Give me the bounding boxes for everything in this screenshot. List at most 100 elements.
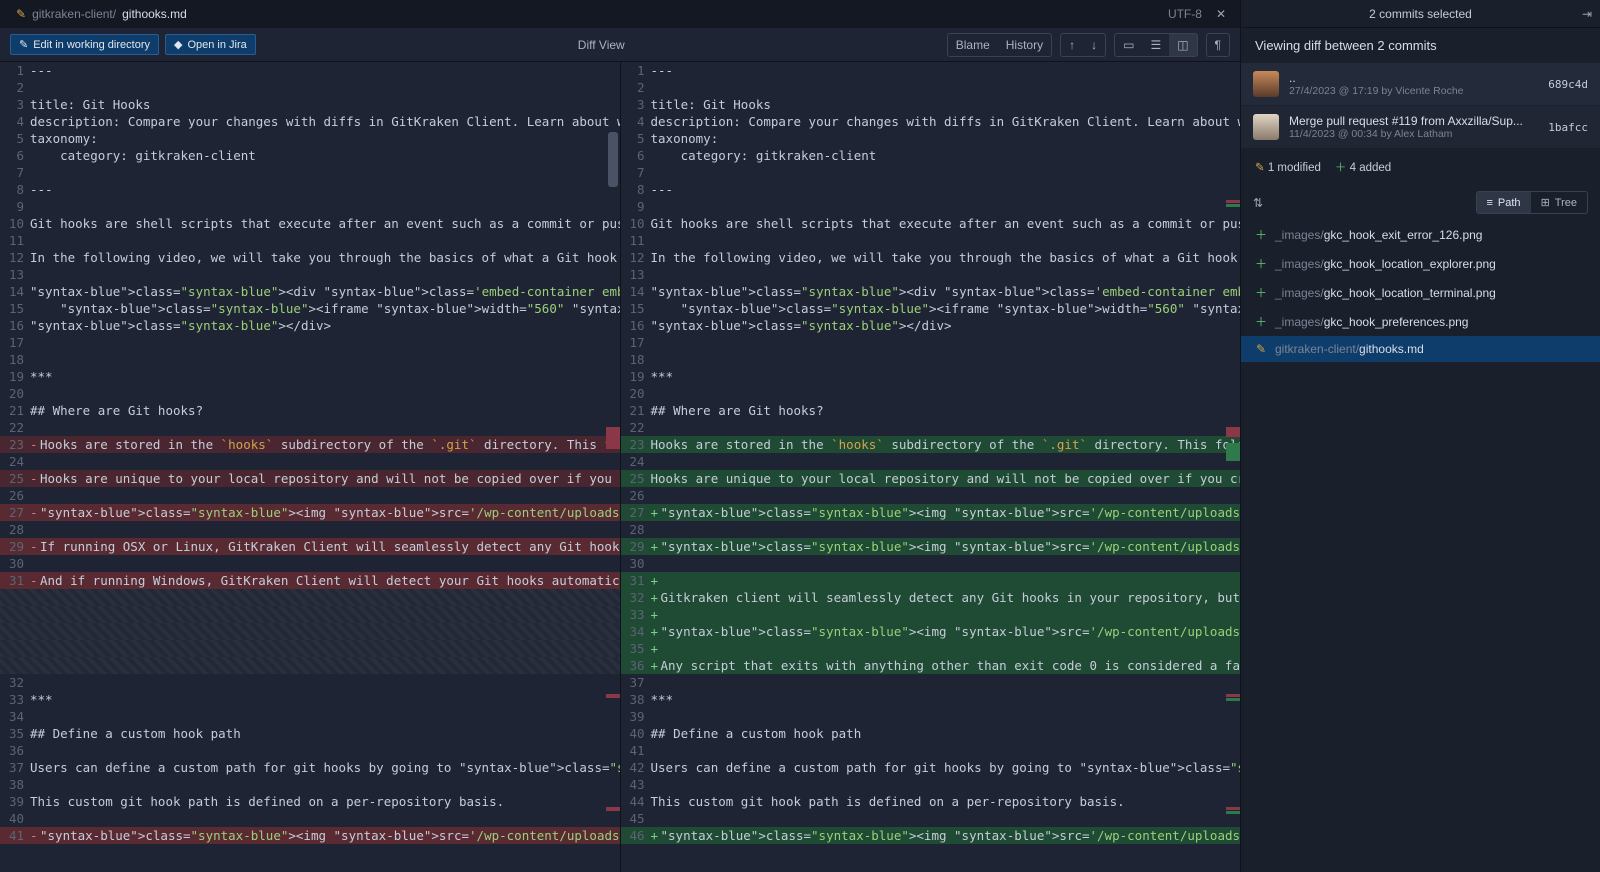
code-line[interactable]: 15 "syntax-blue">class="syntax-blue"><if… xyxy=(621,300,1241,317)
history-button[interactable]: History xyxy=(998,34,1051,56)
prev-diff-button[interactable]: ↑ xyxy=(1061,34,1083,56)
code-line[interactable]: 20 xyxy=(0,385,620,402)
code-line[interactable] xyxy=(0,623,620,640)
blame-button[interactable]: Blame xyxy=(948,34,998,56)
code-line[interactable]: 8--- xyxy=(0,181,620,198)
scrollbar-thumb[interactable] xyxy=(608,132,618,187)
code-line[interactable]: 19*** xyxy=(621,368,1241,385)
commit-item[interactable]: .. 27/4/2023 @ 17:19 by Vicente Roche 68… xyxy=(1241,63,1600,106)
code-line[interactable]: 25-Hooks are unique to your local reposi… xyxy=(0,470,620,487)
code-line[interactable]: 21## Where are Git hooks? xyxy=(0,402,620,419)
code-line[interactable]: 16"syntax-blue">class="syntax-blue"></di… xyxy=(0,317,620,334)
code-line[interactable]: 6 category: gitkraken-client xyxy=(621,147,1241,164)
code-line[interactable]: 29+"syntax-blue">class="syntax-blue"><im… xyxy=(621,538,1241,555)
code-line[interactable]: 44This custom git hook path is defined o… xyxy=(621,793,1241,810)
code-line[interactable]: 32+Gitkraken client will seamlessly dete… xyxy=(621,589,1241,606)
code-line[interactable]: 39This custom git hook path is defined o… xyxy=(0,793,620,810)
left-pane[interactable]: 1---23title: Git Hooks4description: Comp… xyxy=(0,62,620,872)
code-line[interactable]: 5taxonomy: xyxy=(621,130,1241,147)
code-line[interactable]: 10Git hooks are shell scripts that execu… xyxy=(621,215,1241,232)
code-line[interactable]: 29-If running OSX or Linux, GitKraken Cl… xyxy=(0,538,620,555)
code-line[interactable]: 40## Define a custom hook path xyxy=(621,725,1241,742)
code-line[interactable]: 30 xyxy=(0,555,620,572)
code-line[interactable]: 9 xyxy=(621,198,1241,215)
code-line[interactable]: 1--- xyxy=(621,62,1241,79)
code-line[interactable]: 41 xyxy=(621,742,1241,759)
code-line[interactable]: 38 xyxy=(0,776,620,793)
code-line[interactable]: 39 xyxy=(621,708,1241,725)
code-line[interactable] xyxy=(0,589,620,606)
code-line[interactable]: 17 xyxy=(0,334,620,351)
code-line[interactable]: 21## Where are Git hooks? xyxy=(621,402,1241,419)
code-line[interactable]: 13 xyxy=(621,266,1241,283)
code-line[interactable]: 37 xyxy=(621,674,1241,691)
code-line[interactable]: 24 xyxy=(621,453,1241,470)
code-line[interactable]: 11 xyxy=(0,232,620,249)
file-item[interactable]: ＋_images/gkc_hook_location_explorer.png xyxy=(1241,249,1600,278)
code-line[interactable]: 38*** xyxy=(621,691,1241,708)
file-item[interactable]: ✎gitkraken-client/githooks.md xyxy=(1241,336,1600,362)
code-line[interactable]: 31-And if running Windows, GitKraken Cli… xyxy=(0,572,620,589)
code-line[interactable]: 25Hooks are unique to your local reposit… xyxy=(621,470,1241,487)
code-line[interactable]: 23-Hooks are stored in the `hooks` subdi… xyxy=(0,436,620,453)
code-line[interactable]: 37Users can define a custom path for git… xyxy=(0,759,620,776)
close-icon[interactable]: ✕ xyxy=(1210,7,1232,21)
code-line[interactable]: 18 xyxy=(0,351,620,368)
code-line[interactable]: 17 xyxy=(621,334,1241,351)
code-line[interactable]: 14"syntax-blue">class="syntax-blue"><div… xyxy=(0,283,620,300)
code-line[interactable]: 33*** xyxy=(0,691,620,708)
code-line[interactable]: 6 category: gitkraken-client xyxy=(0,147,620,164)
code-line[interactable] xyxy=(0,606,620,623)
code-line[interactable] xyxy=(0,657,620,674)
code-line[interactable]: 11 xyxy=(621,232,1241,249)
next-diff-button[interactable]: ↓ xyxy=(1083,34,1105,56)
code-line[interactable]: 35+ xyxy=(621,640,1241,657)
code-line[interactable]: 5taxonomy: xyxy=(0,130,620,147)
tree-toggle[interactable]: ⊞Tree xyxy=(1531,192,1587,213)
code-line[interactable]: 3title: Git Hooks xyxy=(621,96,1241,113)
code-line[interactable]: 36 xyxy=(0,742,620,759)
code-line[interactable]: 23Hooks are stored in the `hooks` subdir… xyxy=(621,436,1241,453)
code-line[interactable] xyxy=(0,640,620,657)
code-line[interactable]: 16"syntax-blue">class="syntax-blue"></di… xyxy=(621,317,1241,334)
whitespace-button[interactable]: ¶ xyxy=(1207,34,1229,56)
code-line[interactable]: 2 xyxy=(621,79,1241,96)
code-line[interactable]: 42Users can define a custom path for git… xyxy=(621,759,1241,776)
code-line[interactable]: 34+"syntax-blue">class="syntax-blue"><im… xyxy=(621,623,1241,640)
code-line[interactable]: 7 xyxy=(621,164,1241,181)
code-line[interactable]: 27-"syntax-blue">class="syntax-blue"><im… xyxy=(0,504,620,521)
code-line[interactable]: 10Git hooks are shell scripts that execu… xyxy=(0,215,620,232)
file-item[interactable]: ＋_images/gkc_hook_exit_error_126.png xyxy=(1241,220,1600,249)
code-line[interactable]: 45 xyxy=(621,810,1241,827)
code-line[interactable]: 8--- xyxy=(621,181,1241,198)
code-line[interactable]: 32 xyxy=(0,674,620,691)
code-line[interactable]: 28 xyxy=(0,521,620,538)
sort-icon[interactable]: ⇅ xyxy=(1253,196,1263,210)
view-hunk-button[interactable]: ☰ xyxy=(1142,34,1169,56)
open-jira-button[interactable]: ◆Open in Jira xyxy=(165,34,256,55)
code-line[interactable]: 22 xyxy=(0,419,620,436)
code-line[interactable]: 46+"syntax-blue">class="syntax-blue"><im… xyxy=(621,827,1241,844)
code-line[interactable]: 31+ xyxy=(621,572,1241,589)
code-line[interactable]: 4description: Compare your changes with … xyxy=(0,113,620,130)
code-line[interactable]: 9 xyxy=(0,198,620,215)
code-line[interactable]: 7 xyxy=(0,164,620,181)
code-line[interactable]: 34 xyxy=(0,708,620,725)
commit-item[interactable]: Merge pull request #119 from Axxzilla/Su… xyxy=(1241,106,1600,149)
code-line[interactable]: 18 xyxy=(621,351,1241,368)
view-inline-button[interactable]: ▭ xyxy=(1115,34,1142,56)
view-split-button[interactable]: ◫ xyxy=(1169,34,1196,56)
code-line[interactable]: 1--- xyxy=(0,62,620,79)
code-line[interactable]: 43 xyxy=(621,776,1241,793)
code-line[interactable]: 40 xyxy=(0,810,620,827)
code-line[interactable]: 36+Any script that exits with anything o… xyxy=(621,657,1241,674)
file-tab[interactable]: ✎ gitkraken-client/githooks.md xyxy=(8,3,195,25)
code-line[interactable]: 20 xyxy=(621,385,1241,402)
code-line[interactable]: 22 xyxy=(621,419,1241,436)
code-line[interactable]: 35## Define a custom hook path xyxy=(0,725,620,742)
code-line[interactable]: 26 xyxy=(0,487,620,504)
code-line[interactable]: 30 xyxy=(621,555,1241,572)
code-line[interactable]: 3title: Git Hooks xyxy=(0,96,620,113)
code-line[interactable]: 2 xyxy=(0,79,620,96)
code-line[interactable]: 13 xyxy=(0,266,620,283)
